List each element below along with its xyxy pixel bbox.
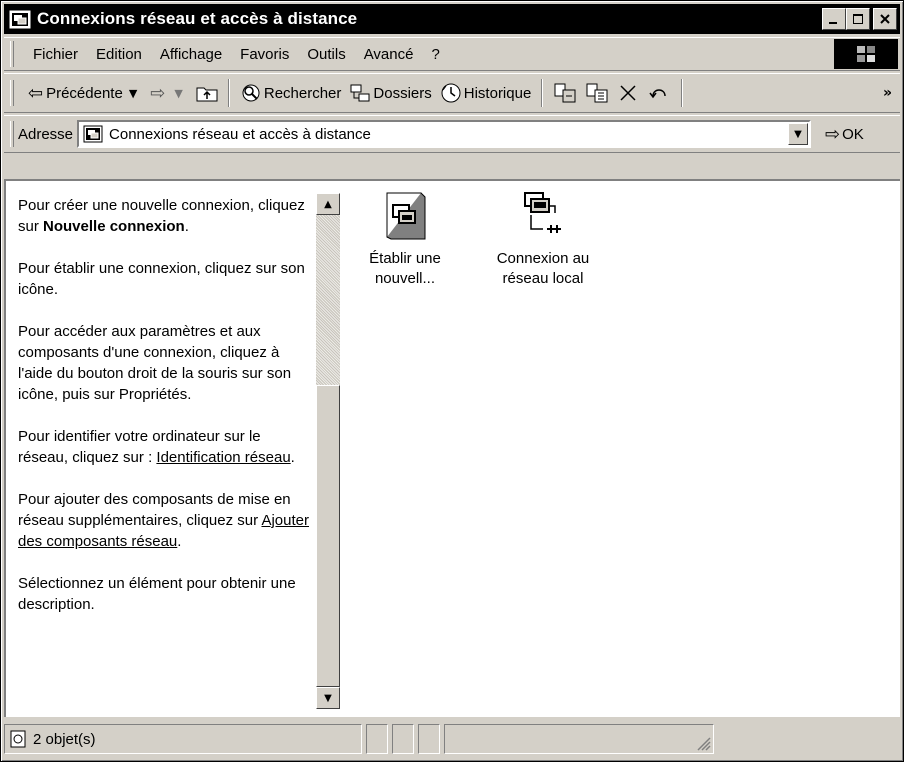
back-arrow-icon: ⇦ [28, 82, 44, 104]
folders-icon [350, 84, 370, 102]
go-button[interactable]: ⇨ OK [825, 124, 864, 145]
page-icon [10, 730, 26, 748]
menu-help[interactable]: ? [422, 46, 448, 63]
address-bar: Adresse Connexions réseau et accès à dis… [4, 115, 900, 153]
local-area-connection-icon [517, 191, 569, 243]
move-to-button[interactable] [549, 78, 581, 108]
web-view-pane: Pour créer une nouvelle connexion, cliqu… [6, 181, 342, 717]
info-text: Pour créer une nouvelle connexion, cliqu… [18, 195, 314, 636]
new-connection-label-1: Établir une [369, 250, 441, 267]
file-list: Établir une nouvell... Connexion au rése… [344, 181, 900, 717]
content-area: Pour créer une nouvelle connexion, cliqu… [4, 179, 900, 717]
address-value: Connexions réseau et accès à distance [109, 125, 371, 143]
undo-icon [649, 89, 667, 99]
copy-to-icon [586, 83, 608, 103]
left-pane-scrollbar[interactable]: ▲ ▼ [316, 193, 340, 709]
history-button[interactable]: Historique [436, 78, 536, 108]
new-connection-label-2: nouvell... [374, 270, 436, 287]
scroll-thumb[interactable] [316, 385, 340, 687]
delete-button[interactable] [613, 78, 643, 108]
move-to-icon [554, 83, 576, 103]
new-connection-item[interactable]: Établir une nouvell... [346, 191, 464, 289]
up-folder-icon [196, 87, 218, 102]
menu-affichage[interactable]: Affichage [151, 46, 231, 63]
info-new-connection: Pour créer une nouvelle connexion, cliqu… [18, 197, 305, 235]
minimize-button[interactable] [822, 8, 846, 30]
copy-to-button[interactable] [581, 78, 613, 108]
menu-outils[interactable]: Outils [298, 46, 354, 63]
network-folder-icon [83, 125, 103, 143]
local-area-connection-label-1: Connexion au [496, 250, 590, 267]
go-arrow-icon: ⇨ [825, 123, 841, 145]
window-title: Connexions réseau et accès à distance [37, 9, 358, 28]
menu-favoris[interactable]: Favoris [231, 46, 298, 63]
info-properties: Pour accéder aux paramètres et aux compo… [18, 323, 292, 403]
menu-grip[interactable] [10, 41, 14, 67]
delete-icon [620, 85, 636, 101]
folders-label: Dossiers [373, 84, 432, 102]
menu-avance[interactable]: Avancé [355, 46, 423, 63]
status-object-count: 2 objet(s) [4, 724, 362, 754]
local-area-connection-item[interactable]: Connexion au réseau local [484, 191, 602, 289]
scroll-down-button[interactable]: ▼ [316, 687, 340, 709]
search-button[interactable]: Rechercher [236, 78, 346, 108]
address-input[interactable]: Connexions réseau et accès à distance ▼ [77, 120, 812, 148]
address-grip[interactable] [10, 121, 14, 147]
go-label: OK [842, 125, 864, 143]
toolbar-separator [227, 79, 230, 107]
menu-bar: Fichier Edition Affichage Favoris Outils… [4, 37, 900, 71]
info-add-components: Pour ajouter des composants de mise en r… [18, 491, 309, 550]
search-label: Rechercher [263, 84, 342, 102]
toolbar-separator [681, 79, 684, 107]
windows-logo-icon [834, 39, 898, 69]
back-button[interactable]: ⇦ Précédente ▼ [24, 78, 146, 108]
back-label: Précédente [46, 84, 123, 102]
menu-edition[interactable]: Edition [87, 46, 151, 63]
toolbar-chevron-icon[interactable]: » [883, 85, 892, 101]
network-identification-link[interactable]: Identification réseau [156, 449, 290, 466]
status-panel [418, 724, 440, 754]
local-area-connection-label-2: réseau local [502, 270, 584, 287]
menu-fichier[interactable]: Fichier [24, 46, 87, 63]
status-panel [366, 724, 388, 754]
undo-button[interactable] [643, 78, 675, 108]
history-label: Historique [463, 84, 532, 102]
status-panel [392, 724, 414, 754]
info-establish: Pour établir une connexion, cliquez sur … [18, 260, 305, 298]
up-folder-button[interactable] [192, 78, 222, 108]
folders-button[interactable]: Dossiers [345, 78, 435, 108]
network-folder-icon [9, 8, 31, 30]
status-bar: 2 objet(s) [4, 719, 900, 759]
info-identify: Pour identifier votre ordinateur sur le … [18, 428, 295, 466]
standard-toolbar: ⇦ Précédente ▼ ⇨ ▼ Rechercher Dossiers H… [4, 73, 900, 113]
new-connection-icon [379, 191, 431, 243]
address-dropdown-button[interactable]: ▼ [788, 123, 809, 145]
back-dropdown-icon[interactable]: ▼ [129, 87, 137, 100]
history-icon [441, 83, 461, 103]
toolbar-grip[interactable] [10, 80, 14, 106]
resize-grip-icon[interactable] [695, 735, 711, 751]
explorer-window: Connexions réseau et accès à distance Fi… [0, 0, 904, 762]
forward-button[interactable]: ⇨ ▼ [146, 78, 192, 108]
maximize-button[interactable] [846, 8, 870, 30]
search-icon [242, 84, 260, 102]
scroll-up-button[interactable]: ▲ [316, 193, 340, 215]
close-button[interactable] [873, 8, 897, 30]
status-zone [444, 724, 714, 754]
info-select: Sélectionnez un élément pour obtenir une… [18, 575, 296, 613]
title-bar[interactable]: Connexions réseau et accès à distance [4, 4, 900, 34]
forward-arrow-icon: ⇨ [150, 82, 166, 104]
toolbar-separator [541, 79, 544, 107]
forward-dropdown-icon[interactable]: ▼ [174, 87, 182, 100]
address-label: Adresse [18, 125, 74, 143]
